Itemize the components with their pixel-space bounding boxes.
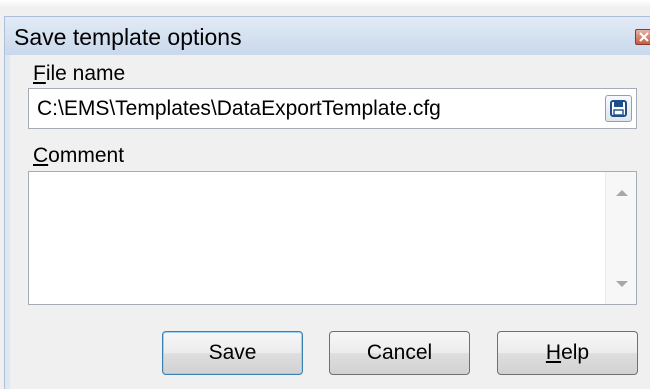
file-name-mnemonic: F <box>33 62 46 85</box>
comment-textarea[interactable] <box>28 171 637 305</box>
browse-save-file-button[interactable] <box>605 95 632 122</box>
window-left-border <box>4 55 10 389</box>
file-name-value[interactable]: C:\EMS\Templates\DataExportTemplate.cfg <box>37 95 441 122</box>
comment-mnemonic: C <box>33 144 49 167</box>
comment-label-text: omment <box>48 144 125 167</box>
comment-vertical-scrollbar[interactable] <box>605 172 636 304</box>
file-name-field[interactable]: C:\EMS\Templates\DataExportTemplate.cfg <box>28 88 637 129</box>
help-mnemonic: H <box>545 341 562 364</box>
help-label-text: elp <box>561 341 590 364</box>
save-template-dialog: Save template options File name C:\EMS\T… <box>0 0 650 389</box>
close-button[interactable] <box>635 29 650 45</box>
help-button[interactable]: Help <box>497 331 638 375</box>
dialog-title: Save template options <box>14 24 242 50</box>
file-name-label: File name <box>33 61 125 87</box>
close-icon <box>639 32 649 42</box>
cancel-button[interactable]: Cancel <box>329 331 470 375</box>
title-bar[interactable]: Save template options <box>4 16 650 55</box>
comment-label: Comment <box>33 143 124 169</box>
window-shadow <box>0 0 650 6</box>
file-name-label-text: ile name <box>45 62 126 85</box>
floppy-disk-icon <box>610 100 627 117</box>
save-button[interactable]: Save <box>162 331 303 375</box>
scroll-up-arrow-icon[interactable] <box>616 190 628 196</box>
scroll-down-arrow-icon[interactable] <box>616 281 628 287</box>
